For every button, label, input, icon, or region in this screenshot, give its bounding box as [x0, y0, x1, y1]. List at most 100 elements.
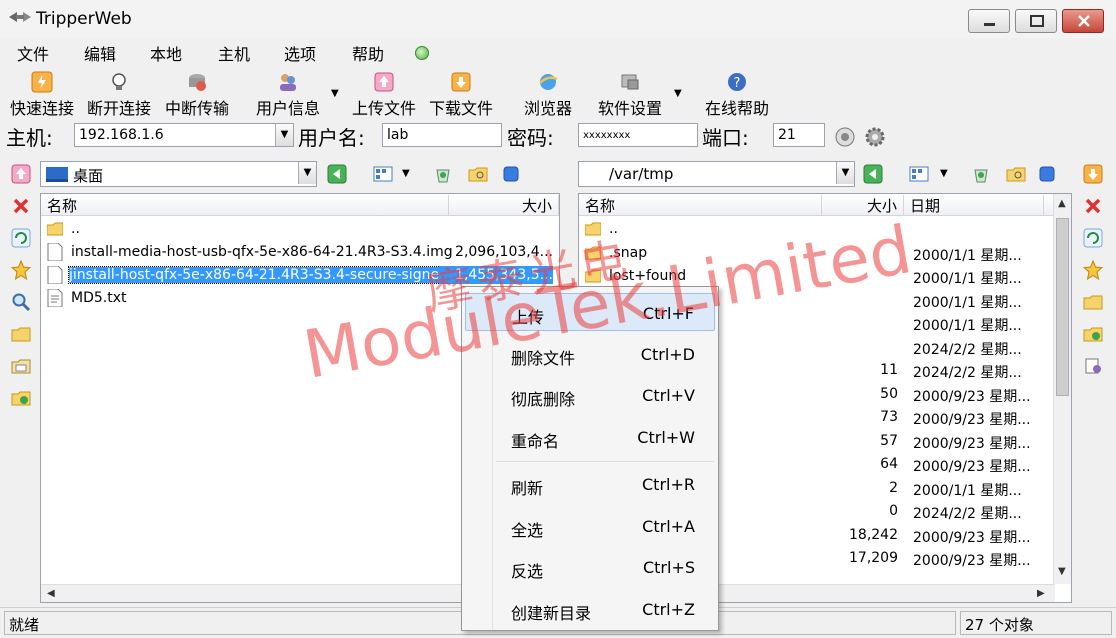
ctx-invert-selection[interactable]: 反选 Ctrl+S — [465, 548, 715, 586]
local-col-size[interactable]: 大小 — [449, 195, 559, 215]
ctx-upload[interactable]: 上传 Ctrl+F — [465, 293, 715, 331]
remote-recycle-icon[interactable] — [971, 164, 991, 184]
remote-refresh-icon[interactable] — [1083, 228, 1103, 248]
host-combo[interactable]: 192.168.1.6 ▼ — [74, 123, 294, 147]
menu-file[interactable]: 文件 — [17, 41, 49, 65]
online-help-button[interactable]: ? 在线帮助 — [702, 68, 772, 120]
abort-transfer-button[interactable]: 中断传输 — [162, 68, 232, 120]
ctx-shortcut: Ctrl+W — [637, 428, 695, 447]
browser-button[interactable]: 浏览器 — [520, 68, 576, 120]
remote-row[interactable]: lost+found 2000/1/1 星期... — [579, 265, 1071, 288]
quick-connect-button[interactable]: 快速连接 — [8, 68, 76, 120]
remote-star-icon[interactable] — [1083, 260, 1103, 280]
local-row-tgz[interactable]: jinstall-host-qfx-5e-x86-64-21.4R3-S3.4-… — [41, 264, 559, 287]
local-row-name: jinstall-host-qfx-5e-x86-64-21.4R3-S3.4-… — [67, 266, 476, 284]
remote-find-folder-icon[interactable] — [1006, 164, 1026, 184]
menu-help[interactable]: 帮助 — [352, 41, 384, 65]
remote-back-icon[interactable] — [863, 164, 883, 184]
disconnect-button[interactable]: 断开连接 — [84, 68, 154, 120]
user-info-dropdown-icon[interactable]: ▼ — [331, 88, 339, 99]
settings-button[interactable]: 软件设置 — [595, 68, 665, 120]
upload-button[interactable]: 上传文件 — [349, 68, 419, 120]
ctx-delete-file[interactable]: 删除文件 Ctrl+D — [465, 335, 715, 373]
download-icon — [451, 72, 471, 92]
ctx-separator — [496, 461, 714, 462]
local-col-name[interactable]: 名称 — [41, 195, 449, 215]
local-path-dropdown-icon[interactable]: ▼ — [298, 162, 316, 184]
menu-edit[interactable]: 编辑 — [84, 41, 116, 65]
host-dropdown-icon[interactable]: ▼ — [275, 124, 293, 146]
maximize-button[interactable] — [1015, 9, 1057, 33]
back-icon[interactable] — [327, 164, 347, 184]
remote-view-mode-dropdown-icon[interactable]: ▼ — [940, 168, 948, 179]
folder-up-icon[interactable] — [11, 356, 31, 376]
scroll-left-icon[interactable]: ◀ — [47, 588, 55, 599]
port-field[interactable]: 21 — [773, 123, 825, 147]
remote-path-dropdown-icon[interactable]: ▼ — [836, 162, 854, 184]
ctx-delete-permanently[interactable]: 彻底删除 Ctrl+V — [465, 376, 715, 414]
remote-vertical-scrollbar[interactable]: ▲ ▼ — [1053, 194, 1071, 584]
remote-path-combo[interactable]: /var/tmp ▼ — [578, 161, 855, 187]
scroll-up-icon[interactable]: ▲ — [1058, 198, 1066, 209]
search-icon[interactable] — [11, 292, 31, 312]
remote-scroll-thumb[interactable] — [1056, 218, 1069, 396]
new-folder-icon[interactable] — [11, 324, 31, 344]
ctx-refresh[interactable]: 刷新 Ctrl+R — [465, 465, 715, 503]
remote-folder-go-icon[interactable] — [1083, 324, 1103, 344]
username-field[interactable]: lab — [382, 123, 502, 147]
menu-options[interactable]: 选项 — [284, 41, 316, 65]
remote-col-size-label: 大小 — [866, 197, 897, 215]
download-button[interactable]: 下载文件 — [426, 68, 496, 120]
connection-status-icon[interactable] — [415, 46, 429, 60]
find-folder-icon[interactable] — [468, 164, 488, 184]
object-count-panel: 27 个对象 — [960, 611, 1112, 635]
connect-globe-icon[interactable] — [834, 126, 856, 148]
remote-view-mode-icon[interactable] — [909, 164, 929, 184]
maximize-icon — [1030, 15, 1044, 27]
password-field[interactable]: xxxxxxxx — [578, 123, 698, 147]
user-info-button[interactable]: 用户信息 — [253, 68, 323, 120]
ctx-label: 全选 — [511, 521, 544, 540]
download-side-icon[interactable] — [1083, 164, 1103, 184]
gear-icon[interactable] — [864, 126, 886, 148]
remote-row-date: 2000/1/1 星期... — [913, 294, 1022, 311]
app-logo-icon — [9, 12, 31, 22]
scroll-down-icon[interactable]: ▼ — [1058, 566, 1066, 577]
remote-new-folder-icon[interactable] — [1083, 292, 1103, 312]
menu-host[interactable]: 主机 — [218, 41, 250, 65]
view-mode-icon[interactable] — [373, 164, 393, 184]
minimize-button[interactable] — [968, 9, 1010, 33]
menu-local[interactable]: 本地 — [150, 41, 182, 65]
stop-icon[interactable] — [501, 164, 521, 184]
remote-delete-icon[interactable] — [1083, 196, 1103, 216]
ctx-new-folder[interactable]: 创建新目录 Ctrl+Z — [465, 590, 715, 628]
local-row-img[interactable]: install-media-host-usb-qfx-5e-x86-64-21.… — [41, 241, 559, 264]
settings-dropdown-icon[interactable]: ▼ — [674, 88, 682, 99]
quick-connect-label: 快速连接 — [9, 99, 74, 118]
remote-stop-icon[interactable] — [1037, 164, 1057, 184]
remote-col-date[interactable]: 日期 — [904, 195, 1044, 215]
ctx-label: 彻底删除 — [511, 390, 576, 409]
local-row-name-wrap: jinstall-host-qfx-5e-x86-64-21.4R3-S3.4-… — [67, 266, 476, 284]
ctx-rename[interactable]: 重命名 Ctrl+W — [465, 418, 715, 456]
star-icon[interactable] — [11, 260, 31, 280]
remote-row-size: 18,242 — [849, 526, 898, 543]
upload-side-icon[interactable] — [11, 164, 31, 184]
permissions-icon[interactable] — [1083, 356, 1103, 376]
ctx-shortcut: Ctrl+Z — [642, 600, 695, 619]
remote-row[interactable]: .snap 2000/1/1 星期... — [579, 242, 1071, 265]
delete-icon[interactable] — [11, 196, 31, 216]
recycle-icon[interactable] — [433, 164, 453, 184]
view-mode-dropdown-icon[interactable]: ▼ — [402, 168, 410, 179]
remote-col-size[interactable]: 大小 — [822, 195, 904, 215]
close-button[interactable] — [1062, 9, 1104, 33]
refresh-icon[interactable] — [11, 228, 31, 248]
remote-row-size: 2 — [889, 479, 898, 496]
local-path-combo[interactable]: 桌面 ▼ — [40, 161, 317, 187]
ctx-select-all[interactable]: 全选 Ctrl+A — [465, 507, 715, 545]
local-row-parent[interactable]: .. — [41, 218, 559, 241]
remote-col-name[interactable]: 名称 — [579, 195, 822, 215]
scroll-right-icon[interactable]: ▶ — [1037, 588, 1045, 599]
folder-go-icon[interactable] — [11, 388, 31, 408]
remote-row[interactable]: .. — [579, 218, 1071, 241]
